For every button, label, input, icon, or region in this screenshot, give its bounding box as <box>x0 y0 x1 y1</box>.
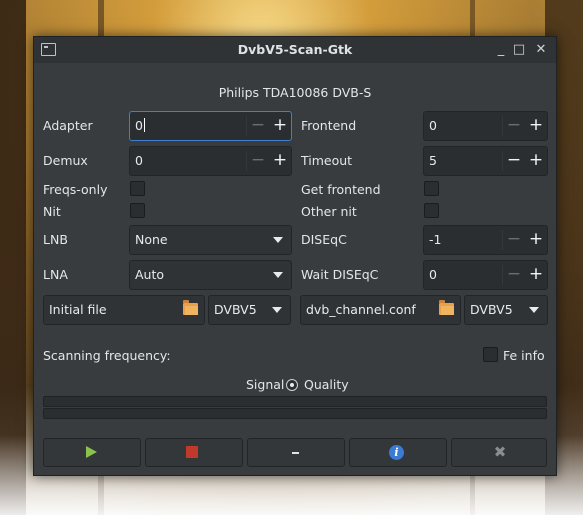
folder-icon <box>439 300 454 315</box>
maximize-window-button[interactable]: □ <box>510 41 528 59</box>
about-button[interactable]: i <box>349 438 447 467</box>
close-icon: ✖ <box>493 443 507 461</box>
diseqc-spinbox[interactable]: -1 − + <box>423 225 548 255</box>
text-cursor <box>143 118 145 132</box>
adapter-spinbox[interactable]: 0 − + <box>129 111 292 141</box>
timeout-spinbox[interactable]: 5 − + <box>423 146 548 176</box>
wait-diseqc-decrement-button[interactable]: − <box>503 261 525 289</box>
minimize-window-button[interactable]: _ <box>492 41 510 59</box>
lnb-dropdown[interactable]: None <box>129 225 292 255</box>
adapter-decrement-button[interactable]: − <box>247 112 269 140</box>
scanning-frequency-label: Scanning frequency: <box>43 348 171 363</box>
chevron-down-icon <box>273 272 283 278</box>
timeout-decrement-button[interactable]: − <box>503 147 525 175</box>
signal-bar <box>43 396 547 407</box>
get-frontend-label: Get frontend <box>301 182 381 197</box>
diseqc-label: DISEqC <box>301 232 347 247</box>
output-format-value: DVBV5 <box>470 302 513 317</box>
info-icon: i <box>389 445 404 460</box>
freqs-only-label: Freqs-only <box>43 182 108 197</box>
wait-diseqc-value: 0 <box>429 267 437 282</box>
stop-icon <box>186 446 198 458</box>
frontend-label: Frontend <box>301 118 357 133</box>
timeout-increment-button[interactable]: + <box>525 147 547 175</box>
start-scan-button[interactable] <box>43 438 141 467</box>
signal-quality-radio[interactable] <box>286 379 298 391</box>
demux-value: 0 <box>135 153 143 168</box>
stop-scan-button[interactable] <box>145 438 243 467</box>
title-bar[interactable]: DvbV5-Scan-Gtk _ □ ✕ <box>34 37 556 63</box>
demux-spinbox[interactable]: 0 − + <box>129 146 292 176</box>
wait-diseqc-increment-button[interactable]: + <box>525 261 547 289</box>
diseqc-increment-button[interactable]: + <box>525 226 547 254</box>
quality-bar <box>43 408 547 419</box>
lna-dropdown[interactable]: Auto <box>129 260 292 290</box>
initial-file-button[interactable]: Initial file <box>43 295 205 325</box>
wait-diseqc-spinbox[interactable]: 0 − + <box>423 260 548 290</box>
timeout-value: 5 <box>429 153 437 168</box>
freqs-only-checkbox[interactable] <box>130 181 145 196</box>
chevron-down-icon <box>529 307 539 313</box>
signal-label: Signal <box>246 377 285 392</box>
lnb-value: None <box>135 232 168 247</box>
diseqc-value: -1 <box>429 232 442 247</box>
folder-icon <box>183 300 198 315</box>
diseqc-decrement-button[interactable]: − <box>503 226 525 254</box>
output-format-dropdown[interactable]: DVBV5 <box>464 295 548 325</box>
lnb-label: LNB <box>43 232 68 247</box>
quality-label: Quality <box>304 377 349 392</box>
play-icon <box>86 446 97 458</box>
output-file-label: dvb_channel.conf <box>306 302 416 317</box>
fe-info-checkbox[interactable] <box>483 347 498 362</box>
lna-value: Auto <box>135 267 165 282</box>
quit-button[interactable]: ✖ <box>451 438 547 467</box>
frontend-increment-button[interactable]: + <box>525 112 547 140</box>
demux-decrement-button[interactable]: − <box>247 147 269 175</box>
nit-checkbox[interactable] <box>130 203 145 218</box>
nit-label: Nit <box>43 204 61 219</box>
get-frontend-checkbox[interactable] <box>424 181 439 196</box>
demux-increment-button[interactable]: + <box>269 147 291 175</box>
window-title: DvbV5-Scan-Gtk <box>237 42 353 57</box>
wait-diseqc-label: Wait DISEqC <box>301 267 379 282</box>
frontend-value: 0 <box>429 118 437 133</box>
output-file-button[interactable]: dvb_channel.conf <box>300 295 461 325</box>
lna-label: LNA <box>43 267 68 282</box>
app-window: DvbV5-Scan-Gtk _ □ ✕ Philips TDA10086 DV… <box>33 36 557 476</box>
initial-format-value: DVBV5 <box>214 302 257 317</box>
timeout-label: Timeout <box>301 153 353 168</box>
frontend-spinbox[interactable]: 0 − + <box>423 111 548 141</box>
demux-label: Demux <box>43 153 88 168</box>
adapter-value: 0 <box>135 118 143 133</box>
close-window-button[interactable]: ✕ <box>532 41 550 59</box>
frontend-decrement-button[interactable]: − <box>503 112 525 140</box>
other-nit-label: Other nit <box>301 204 357 219</box>
minimize-icon <box>292 452 299 454</box>
initial-file-label: Initial file <box>49 302 107 317</box>
other-nit-checkbox[interactable] <box>424 203 439 218</box>
adapter-label: Adapter <box>43 118 93 133</box>
chevron-down-icon <box>273 237 283 243</box>
initial-format-dropdown[interactable]: DVBV5 <box>208 295 291 325</box>
adapter-increment-button[interactable]: + <box>269 112 291 140</box>
minimize-button[interactable] <box>247 438 345 467</box>
chevron-down-icon <box>272 307 282 313</box>
fe-info-label: Fe info <box>503 348 545 363</box>
device-name: Philips TDA10086 DVB-S <box>218 85 372 100</box>
